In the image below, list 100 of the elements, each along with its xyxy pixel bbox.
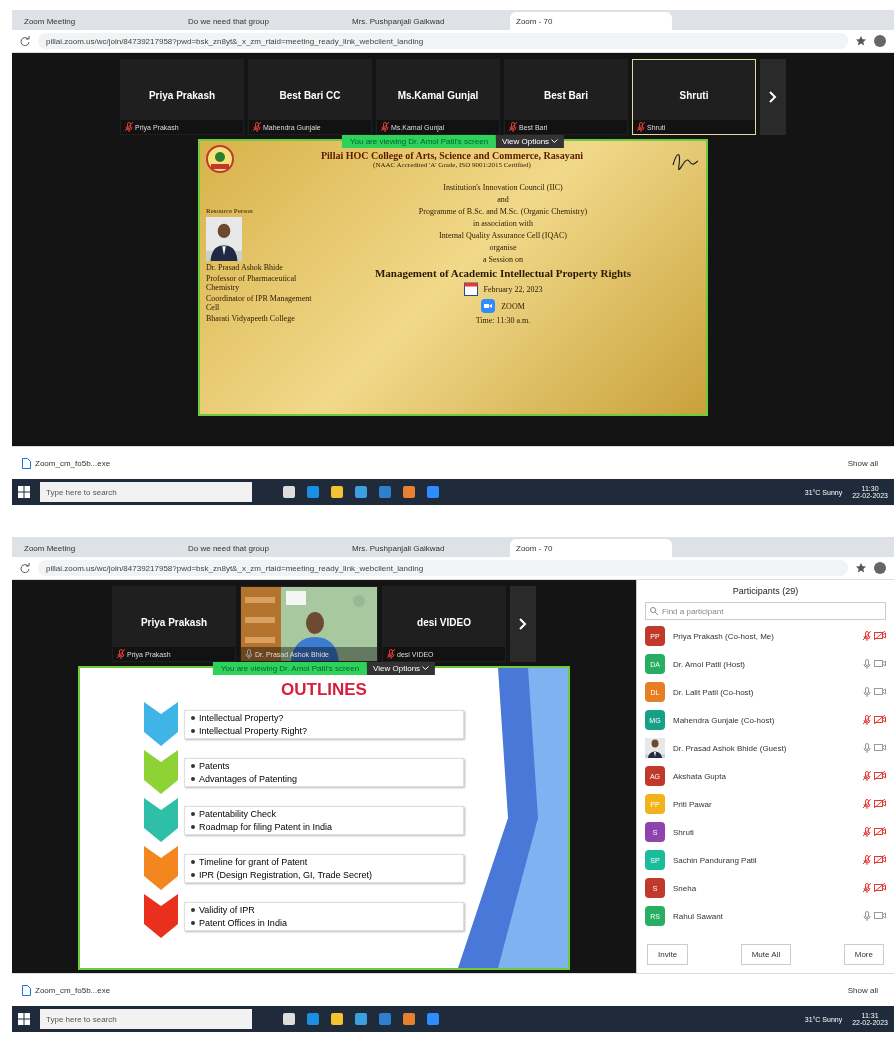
app-icon[interactable] [402,485,416,499]
participant-name: Best Bari [543,90,589,101]
mic-icon [863,743,871,753]
browser-tab[interactable]: Do we need that group [182,539,344,557]
outline-item: Patent Offices in India [199,917,287,928]
browser-tab[interactable]: Zoom Meeting [18,12,180,30]
app-icon[interactable] [402,1012,416,1026]
bullet-icon [191,715,195,720]
muted-mic-icon [381,122,389,132]
address-bar[interactable]: pillai.zoom.us/wc/join/84739217958?pwd=bsk_zn8yt&_x_zm_rtaid=meeting_ready_link_webclient_landing [38,560,848,576]
participant-name: Priti Pawar [673,799,713,809]
participant-name: Shruti [678,90,710,101]
view-options-button[interactable]: View Options [496,135,565,148]
participant-name: Priya Prakash (Co-host, Me) [673,631,775,641]
calendar-icon [463,282,478,296]
camera-icon [874,659,886,668]
browser-tab[interactable]: Zoom - 70 [510,12,672,30]
flyer-text: and [497,195,509,204]
app-icon[interactable] [354,485,368,499]
reload-icon [20,563,30,573]
download-item[interactable]: Zoom_cm_fo5b...exe [22,457,111,469]
muted-camera-icon [874,771,886,780]
download-item[interactable]: Zoom_cm_fo5b...exe [22,984,111,996]
profile-avatar-icon [874,562,886,574]
bullet-icon [191,920,195,925]
participant-name: Ms.Kamal Gunjal [396,90,480,101]
outline-item: Intellectual Property? [199,712,284,723]
app-icon[interactable] [282,485,296,499]
taskbar-search-field[interactable]: Type here to search [40,1009,252,1029]
muted-mic-icon [863,771,871,781]
app-icon[interactable] [330,1012,344,1026]
outline-item: Validity of IPR [199,904,255,915]
caret-icon [422,666,430,671]
app-icon[interactable] [282,1012,296,1026]
muted-camera-icon [874,827,886,836]
video-camera-icon [481,299,496,313]
participant-name: Mahendra Gunjale (Co-host) [673,715,776,725]
browser-tab[interactable]: Mrs. Pushpanjali Gaikwad [346,12,508,30]
bullet-icon [191,859,195,864]
star-icon [856,563,866,573]
muted-camera-icon [874,799,886,808]
taskbar-search-field[interactable]: Type here to search [40,482,252,502]
browser-tab[interactable]: Mrs. Pushpanjali Gaikwad [346,539,508,557]
flyer-text: Internal Quality Assurance Cell (IQAC) [439,231,567,240]
flyer-text: a Session on [483,255,523,264]
app-icon[interactable] [330,485,344,499]
app-icon[interactable] [354,1012,368,1026]
file-icon [22,984,31,996]
muted-mic-icon [637,122,645,132]
bullet-icon [191,763,195,768]
participant-name: Rahul Sawant [673,911,724,921]
address-bar[interactable]: pillai.zoom.us/wc/join/84739217958?pwd=bsk_zn8yt&_x_zm_rtaid=meeting_ready_link_webclient_landing [38,33,848,49]
windows-start-icon[interactable] [18,1013,30,1025]
browser-tab[interactable]: Zoom Meeting [18,539,180,557]
outline-item: Roadmap for filing Patent in India [199,821,333,832]
participant-name: Best Bari CC [278,90,342,101]
panel-button[interactable]: More [843,944,884,965]
search-icon [650,607,658,615]
muted-mic-icon [509,122,517,132]
flyer-text: Programme of B.Sc. and M.Sc. (Organic Chemistry) [418,207,588,216]
reload-icon [20,36,30,46]
participant-name: Akshata Gupta [673,771,727,781]
bullet-icon [191,907,195,912]
camera-icon [874,687,886,696]
flyer-text: Institution's Innovation Council (IIC) [443,183,563,192]
muted-camera-icon [874,631,886,640]
file-icon [22,457,31,469]
view-options-button[interactable]: View Options [367,662,436,675]
platform-text: ZOOM [501,301,525,311]
participant-name: Dr. Amol Patil (Host) [673,659,746,669]
panel-button[interactable]: Mute All [740,944,792,965]
windows-start-icon[interactable] [18,486,30,498]
panel-title: Participants (29) [731,585,800,598]
star-icon [856,36,866,46]
participant-name: Priya Prakash [147,90,217,101]
screen-share-banner: You are viewing Dr. Amol Patil's screen [341,135,497,148]
college-name: Pillai HOC College of Arts, Science and Commerce, Rasayani [320,149,584,161]
participant-name: Priya Prakash [139,617,209,628]
profile-avatar-icon [874,35,886,47]
panel-button[interactable]: Invite [647,944,689,965]
participant-search-field[interactable]: Find a participant [645,602,886,620]
browser-tab[interactable]: Zoom - 70 [510,539,672,557]
participant-name: Sachin Pandurang Patil [673,855,758,865]
browser-tab[interactable]: Do we need that group [182,12,344,30]
session-time: Time: 11:30 a.m. [475,316,531,325]
muted-mic-icon [863,631,871,641]
outline-item: Timeline for grant of Patent [199,856,308,867]
app-icon[interactable] [426,485,440,499]
muted-camera-icon [874,883,886,892]
app-icon[interactable] [426,1012,440,1026]
session-title: Management of Academic Intellectual Property Rights [374,267,632,279]
mic-icon [863,659,871,669]
college-logo-icon [206,145,234,173]
participant-name: Sneha [673,883,698,893]
muted-mic-icon [863,883,871,893]
bullet-icon [191,872,195,877]
participant-name: Dr. Lalit Patil (Co-host) [673,687,755,697]
speaker-text: Professor of Pharmaceutical Chemistry [206,274,298,292]
mic-icon [863,687,871,697]
participant-name: desi VIDEO [416,617,472,628]
